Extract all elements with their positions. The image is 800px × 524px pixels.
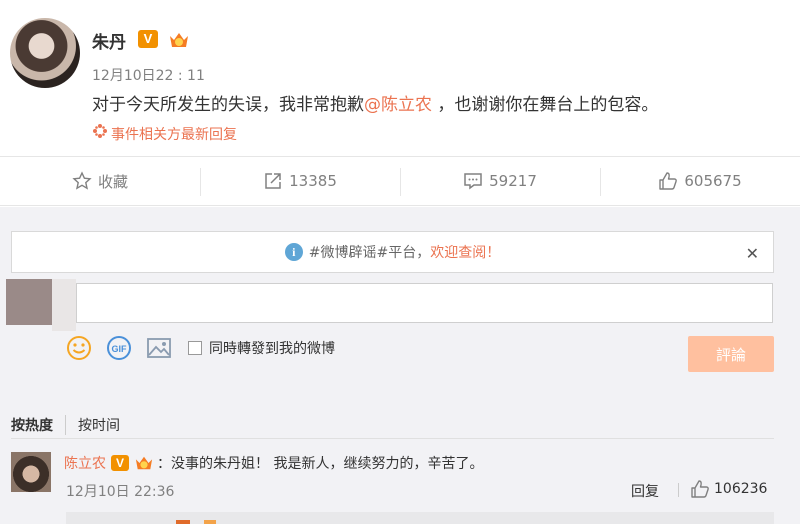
favorite-button[interactable]: 收藏 [0,157,200,205]
commenter-name[interactable]: 陈立农 [64,453,106,473]
like-count: 605675 [684,172,742,190]
thumbs-up-icon [691,480,709,498]
reply-button[interactable]: 回复 [631,481,659,501]
comment-sort-tabs: 按热度 按时间 [11,415,120,435]
divider [11,438,774,439]
nested-reply-preview [66,512,774,524]
comment-panel: i #微博辟谣#平台， 欢迎查阅！ ✕ GIF 同時轉發到我的微博 評論 按热度… [0,207,800,524]
emoji-icon[interactable] [66,335,92,361]
notice-text: #微博辟谣#平台， [308,245,431,261]
comment-like-button[interactable]: 106236 [690,479,767,499]
related-updates-link[interactable]: 事件相关方最新回复 [92,123,237,144]
commenter-verified-badge: V [111,455,129,471]
sparkle-icon [93,124,107,138]
repost-checkbox-box[interactable] [188,341,202,355]
post-text-after: ，也谢谢你在舞台上的包容。 [432,95,659,115]
related-updates-label: 事件相关方最新回复 [111,127,237,143]
weibo-post-page: 朱丹 V 12月10日22 : 11 对于今天所发生的失误，我非常抱歉@陈立农 … [0,0,800,524]
repost-count: 13385 [289,172,337,190]
member-badge-icon[interactable] [133,454,155,472]
comment-like-count: 106236 [714,481,768,497]
commenter-avatar[interactable] [11,452,51,492]
like-button[interactable]: 605675 [600,157,800,205]
comment-icon [464,173,482,190]
comment-input[interactable] [76,283,773,323]
image-icon[interactable] [146,335,172,361]
close-icon[interactable]: ✕ [746,244,759,263]
comment-button[interactable]: 59217 [400,157,600,205]
verified-badge: V [138,30,158,48]
my-avatar [6,279,52,325]
action-bar: 收藏 13385 59217 605675 [0,156,800,206]
repost-checkbox[interactable]: 同時轉發到我的微博 [188,338,335,358]
post-text-before: 对于今天所发生的失误，我非常抱歉 [92,95,364,115]
favorite-label: 收藏 [97,172,128,191]
star-icon [72,171,92,190]
nested-badge [176,520,190,524]
notice-link[interactable]: 欢迎查阅！ [430,242,500,262]
share-icon [265,173,281,189]
comment-body: 陈立农 V ：没事的朱丹姐！ 我是新人，继续努力的，辛苦了。 [64,453,483,473]
comment-submit-button[interactable]: 評論 [688,336,774,372]
thumbs-up-icon [659,172,678,190]
comment-time: 12月10日 22:36 [66,484,175,500]
divider [678,483,679,497]
tab-sort-hot[interactable]: 按热度 [11,415,66,435]
author-avatar[interactable] [10,18,80,88]
svg-text:GIF: GIF [112,344,128,354]
post-time[interactable]: 12月10日22 : 11 [92,65,205,85]
member-badge-icon[interactable] [167,30,191,50]
composer-toolbar: GIF 同時轉發到我的微博 [66,335,335,361]
comment-count: 59217 [489,172,537,190]
comment-text: ：没事的朱丹姐！ 我是新人，继续努力的，辛苦了。 [157,456,484,472]
author-name[interactable]: 朱丹 [92,28,126,53]
repost-checkbox-label: 同時轉發到我的微博 [209,341,335,357]
info-icon: i [284,243,303,261]
nested-badge [204,520,216,524]
mention-link[interactable]: @陈立农 [364,95,432,115]
tab-sort-time[interactable]: 按时间 [66,415,120,435]
post-text: 对于今天所发生的失误，我非常抱歉@陈立农 ，也谢谢你在舞台上的包容。 [92,90,658,115]
my-avatar-edge [52,279,76,331]
repost-button[interactable]: 13385 [200,157,400,205]
rumor-notice-banner: i #微博辟谣#平台， 欢迎查阅！ ✕ [11,231,774,273]
gif-icon[interactable]: GIF [106,335,132,361]
